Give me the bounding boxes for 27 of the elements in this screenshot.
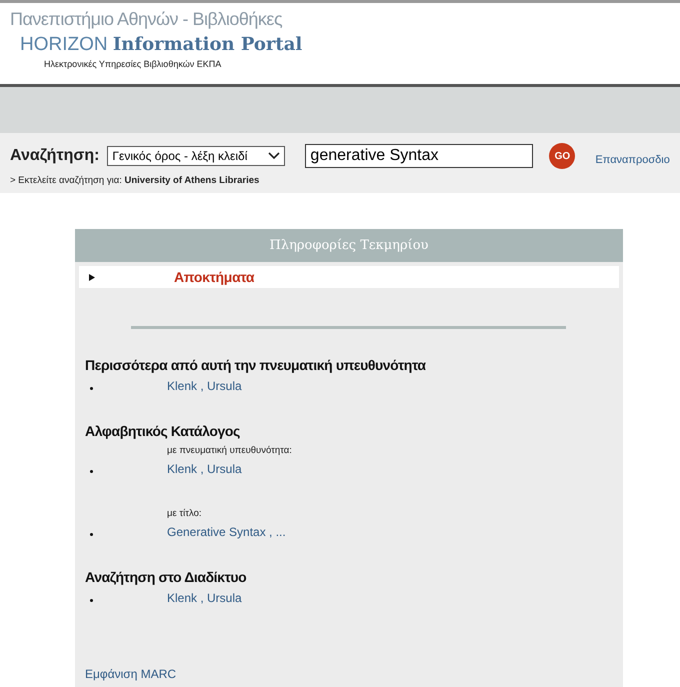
triangle-icon xyxy=(89,274,95,280)
go-button[interactable]: GO xyxy=(549,143,576,169)
search-type-dropdown[interactable]: Γενικός όρος - λέξη κλειδί xyxy=(107,146,286,166)
group-label: με τίτλο: xyxy=(167,508,202,519)
group-label: με πνευματική υπευθυνότητα: xyxy=(167,445,293,456)
bullet-icon xyxy=(90,532,93,536)
result-link[interactable]: Generative Syntax , ... xyxy=(167,525,286,539)
portal-subtitle: Ηλεκτρονικές Υπηρεσίες Βιβλιοθηκών ΕΚΠΑ xyxy=(44,59,222,69)
search-field[interactable]: generative Syntax xyxy=(305,144,534,168)
refine-link[interactable]: Επαναπροσδιο xyxy=(595,154,670,166)
bullet-icon xyxy=(90,386,93,390)
university-title: Πανεπιστήμιο Αθηνών - Βιβλιοθήκες xyxy=(10,9,284,30)
section-heading: Αλφαβητικός Κατάλογος xyxy=(85,423,241,439)
chevron-icon xyxy=(268,152,280,160)
bullet-icon xyxy=(90,598,93,602)
result-link[interactable]: Klenk , Ursula xyxy=(167,379,242,393)
search-label: Αναζήτηση: xyxy=(10,147,100,165)
holdings-tab[interactable]: Αποκτήματα xyxy=(79,266,619,288)
portal-title: HORIZON Information Portal xyxy=(20,34,304,56)
marc-link[interactable]: Εμφάνιση MARC xyxy=(85,667,176,681)
bullet-icon xyxy=(90,470,93,472)
section-heading: Αναζήτηση στο Διαδίκτυο xyxy=(85,569,248,585)
search-scope-text: > Εκτελείτε αναζήτηση για: University of Athens Libraries xyxy=(10,175,260,186)
result-link[interactable]: Klenk , Ursula xyxy=(167,462,242,476)
section-heading: Περισσότερα από αυτή την πνευματική υπευθυνότητα xyxy=(85,357,427,373)
panel-title: Πληροφορίες Τεκμηρίου xyxy=(75,229,623,262)
result-link[interactable]: Klenk , Ursula xyxy=(167,591,242,605)
